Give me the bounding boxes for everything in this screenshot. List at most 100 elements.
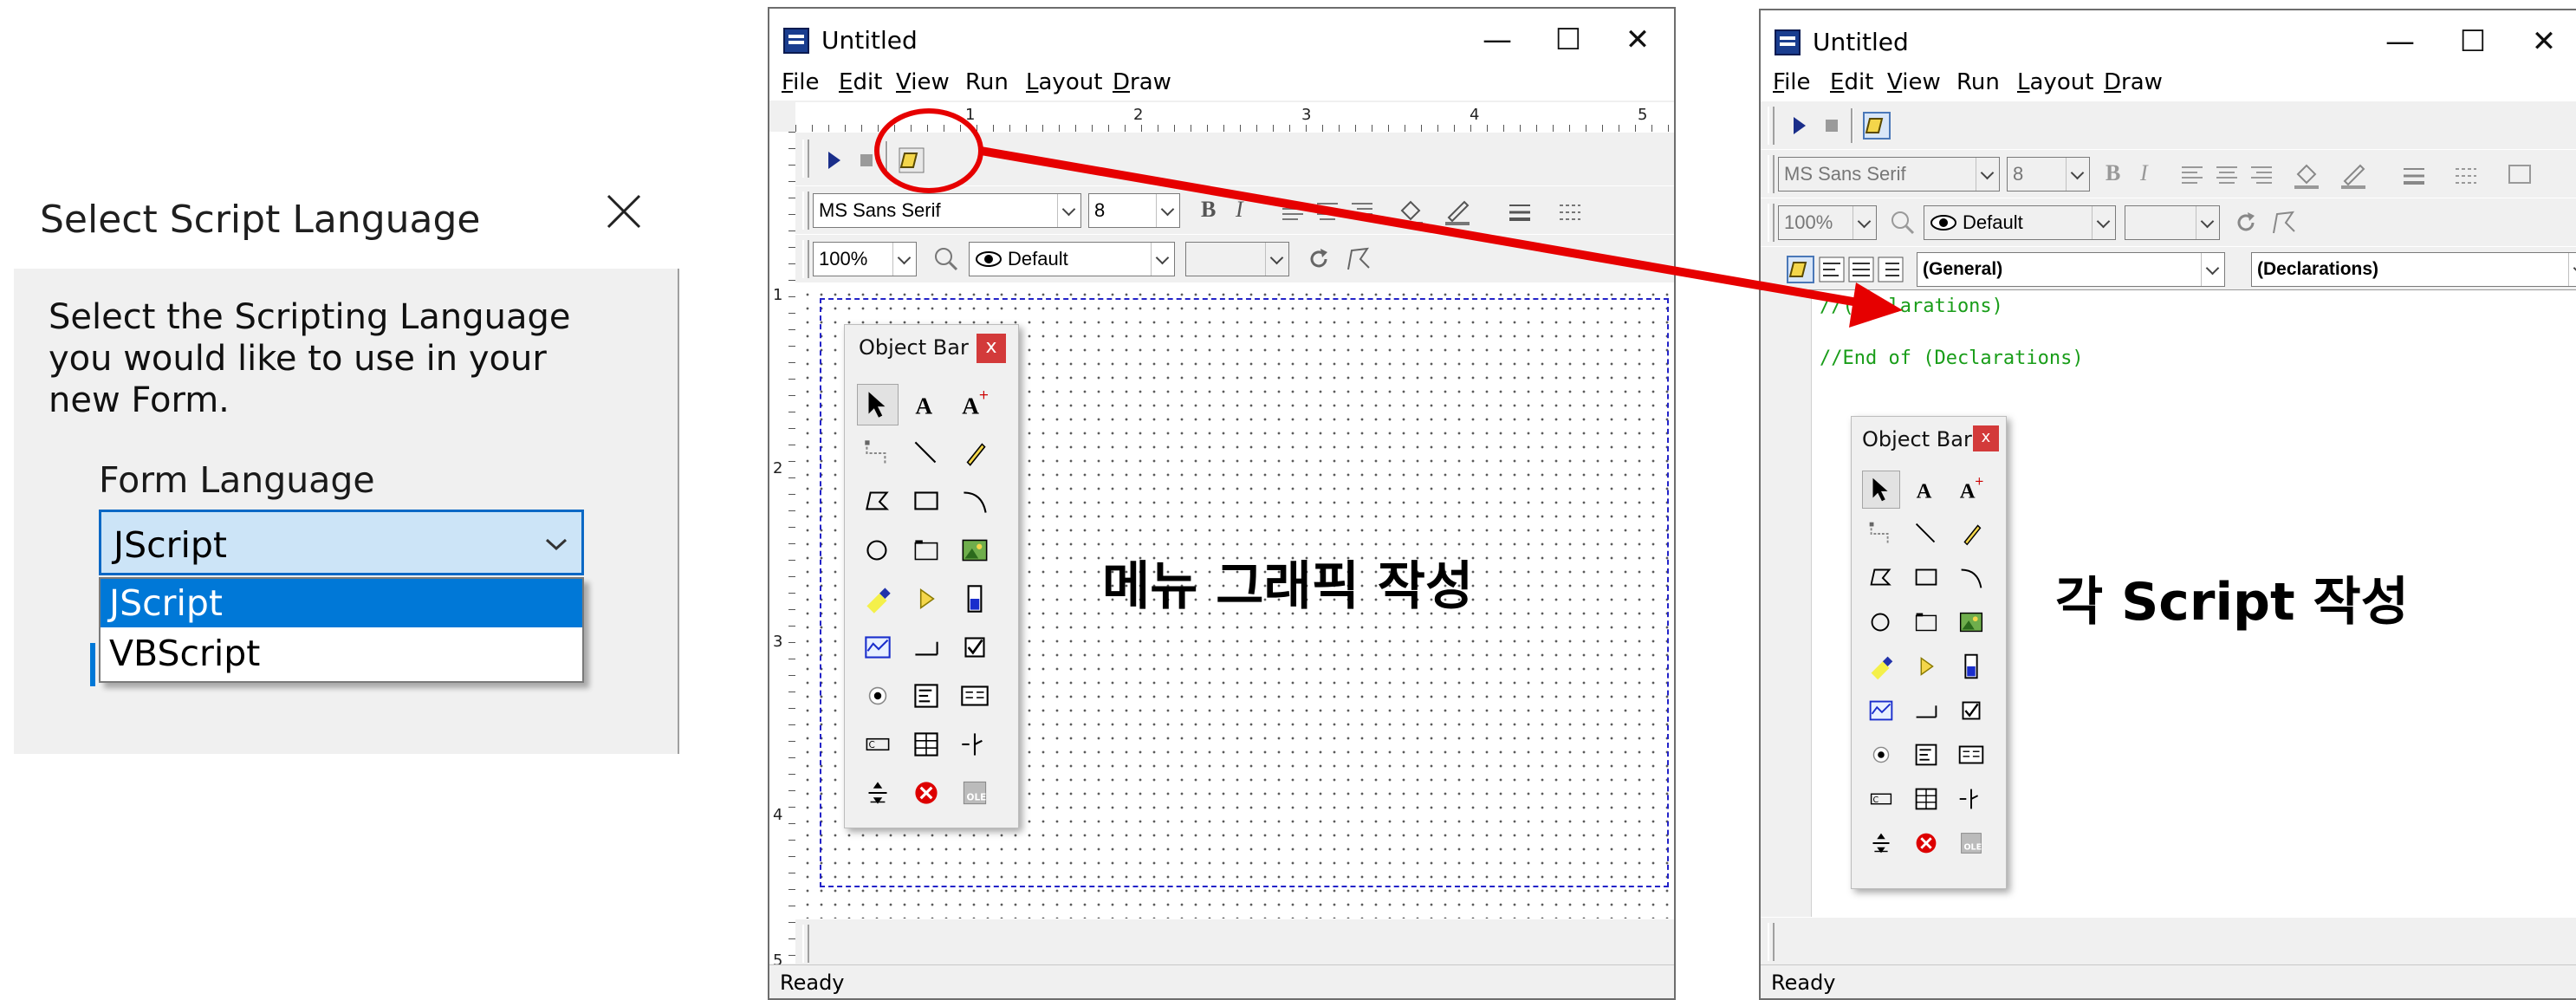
textbox-icon[interactable] bbox=[1907, 736, 1945, 774]
maximize-button[interactable]: ☐ bbox=[2438, 17, 2508, 66]
run-icon[interactable] bbox=[816, 143, 851, 178]
play-button-icon[interactable] bbox=[905, 578, 947, 620]
menu-view[interactable]: View bbox=[1887, 69, 1941, 95]
button-icon[interactable] bbox=[1907, 692, 1945, 730]
maximize-button[interactable]: ☐ bbox=[1534, 16, 1603, 64]
connector-icon[interactable] bbox=[1862, 515, 1900, 553]
stop-icon[interactable] bbox=[1814, 108, 1849, 143]
chart-icon[interactable] bbox=[857, 627, 899, 668]
minimize-button[interactable]: — bbox=[1463, 16, 1532, 64]
close-button[interactable]: ✕ bbox=[1603, 16, 1672, 64]
frame-icon[interactable] bbox=[905, 529, 947, 571]
connector-icon[interactable] bbox=[857, 432, 899, 474]
ellipse-icon[interactable] bbox=[857, 529, 899, 571]
textbox-icon[interactable] bbox=[905, 675, 947, 717]
script-view-icon[interactable] bbox=[1783, 252, 1818, 287]
table-icon[interactable] bbox=[905, 724, 947, 765]
close-button[interactable]: ✕ bbox=[2509, 17, 2576, 66]
ole-icon[interactable]: OLE bbox=[954, 772, 996, 814]
polygon-icon[interactable] bbox=[857, 481, 899, 523]
eraser-icon[interactable] bbox=[1862, 647, 1900, 685]
image-icon[interactable] bbox=[1952, 603, 1990, 641]
bold-button[interactable]: B bbox=[1201, 197, 1216, 223]
image-icon[interactable] bbox=[954, 529, 996, 571]
table-icon[interactable] bbox=[1907, 780, 1945, 818]
object-bar-close-button[interactable]: x bbox=[1973, 425, 1999, 451]
pencil-icon[interactable] bbox=[1952, 515, 1990, 553]
text-icon[interactable]: A bbox=[905, 384, 947, 425]
line-icon[interactable] bbox=[1907, 515, 1945, 553]
play-button-icon[interactable] bbox=[1907, 647, 1945, 685]
refresh-icon[interactable] bbox=[1301, 242, 1336, 276]
arc-icon[interactable] bbox=[954, 481, 996, 523]
label-icon[interactable]: C bbox=[857, 724, 899, 765]
menu-edit[interactable]: Edit bbox=[1830, 69, 1873, 95]
align-center-icon[interactable] bbox=[1310, 193, 1345, 228]
menu-file[interactable]: File bbox=[782, 69, 820, 95]
radio-icon[interactable] bbox=[1862, 736, 1900, 774]
checkbox-icon[interactable] bbox=[954, 627, 996, 668]
line-style-icon[interactable] bbox=[1554, 193, 1589, 228]
listbox-icon[interactable] bbox=[1952, 736, 1990, 774]
object-bar-close-button[interactable]: x bbox=[977, 334, 1006, 363]
line-icon[interactable] bbox=[905, 432, 947, 474]
align-right-icon[interactable] bbox=[1345, 193, 1379, 228]
line-width-icon[interactable] bbox=[1504, 193, 1539, 228]
procedure-combo[interactable]: (Declarations) bbox=[2251, 252, 2576, 287]
slider-icon[interactable] bbox=[1952, 780, 1990, 818]
label-icon[interactable]: C bbox=[1862, 780, 1900, 818]
polygon-edit-icon[interactable] bbox=[1341, 242, 1376, 276]
menu-draw[interactable]: Draw bbox=[1113, 69, 1171, 95]
chart-icon[interactable] bbox=[1862, 692, 1900, 730]
arc-icon[interactable] bbox=[1952, 559, 1990, 597]
menu-layout[interactable]: Layout bbox=[2017, 69, 2093, 95]
menu-draw[interactable]: Draw bbox=[2104, 69, 2163, 95]
layer-combo[interactable]: Default bbox=[969, 242, 1175, 276]
option-vbscript[interactable]: VBScript bbox=[101, 629, 582, 678]
text-icon[interactable]: A bbox=[1907, 471, 1945, 509]
script-editor-icon[interactable] bbox=[1859, 108, 1894, 143]
font-size-combo[interactable]: 8 bbox=[1088, 193, 1180, 228]
menu-edit[interactable]: Edit bbox=[839, 69, 882, 95]
frame-icon[interactable] bbox=[1907, 603, 1945, 641]
scroll-icon[interactable] bbox=[857, 772, 899, 814]
level-icon[interactable] bbox=[954, 578, 996, 620]
stop-sign-icon[interactable] bbox=[905, 772, 947, 814]
pointer-icon[interactable] bbox=[857, 384, 899, 425]
dynamic-text-icon[interactable]: A + bbox=[954, 384, 996, 425]
pencil-icon[interactable] bbox=[954, 432, 996, 474]
stop-sign-icon[interactable] bbox=[1907, 824, 1945, 862]
scroll-icon[interactable] bbox=[1862, 824, 1900, 862]
menu-run[interactable]: Run bbox=[1956, 69, 2000, 95]
minimize-button[interactable]: — bbox=[2365, 17, 2435, 66]
menu-file[interactable]: File bbox=[1773, 69, 1811, 95]
italic-button[interactable]: I bbox=[1236, 197, 1243, 223]
polygon-icon[interactable] bbox=[1862, 559, 1900, 597]
radio-icon[interactable] bbox=[857, 675, 899, 717]
checkbox-icon[interactable] bbox=[1952, 692, 1990, 730]
ellipse-icon[interactable] bbox=[1862, 603, 1900, 641]
slider-icon[interactable] bbox=[954, 724, 996, 765]
pointer-icon[interactable] bbox=[1862, 471, 1900, 509]
level-icon[interactable] bbox=[1952, 647, 1990, 685]
object-combo[interactable]: (General) bbox=[1917, 252, 2225, 287]
listbox-icon[interactable] bbox=[954, 675, 996, 717]
align-left-icon[interactable] bbox=[1275, 193, 1310, 228]
rectangle-icon[interactable] bbox=[905, 481, 947, 523]
rectangle-icon[interactable] bbox=[1907, 559, 1945, 597]
font-name-combo[interactable]: MS Sans Serif bbox=[813, 193, 1081, 228]
ole-icon[interactable]: OLE bbox=[1952, 824, 1990, 862]
menu-layout[interactable]: Layout bbox=[1026, 69, 1102, 95]
stop-icon[interactable] bbox=[849, 143, 884, 178]
dynamic-text-icon[interactable]: A + bbox=[1952, 471, 1990, 509]
list-view-icon[interactable] bbox=[1873, 252, 1908, 287]
close-icon[interactable] bbox=[601, 189, 646, 234]
zoom-icon[interactable] bbox=[929, 242, 964, 276]
eraser-icon[interactable] bbox=[857, 578, 899, 620]
option-jscript[interactable]: JScript bbox=[101, 579, 582, 627]
button-icon[interactable] bbox=[905, 627, 947, 668]
fill-color-icon[interactable] bbox=[1393, 193, 1428, 228]
form-language-select[interactable]: JScript bbox=[99, 510, 584, 575]
run-icon[interactable] bbox=[1781, 108, 1816, 143]
zoom-combo[interactable]: 100% bbox=[813, 242, 917, 276]
